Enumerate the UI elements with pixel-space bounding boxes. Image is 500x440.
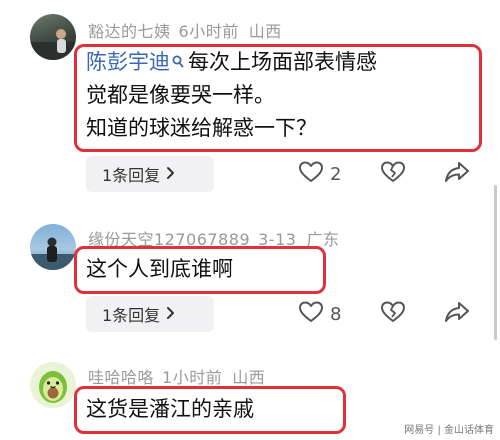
comment-text: 陈彭宇迪 每次上场面部表情感 觉都是像要哭一样。 知道的球迷给解惑一下？ — [86, 46, 377, 145]
reply-count-label: 1条回复 — [102, 166, 161, 185]
dislike-button[interactable] — [380, 160, 406, 188]
avatar-photo — [30, 237, 76, 270]
heart-icon — [298, 160, 324, 188]
comment-text: 这货是潘江的亲戚 — [86, 397, 254, 421]
username[interactable]: 哇哈哈咯 — [88, 368, 154, 387]
scrollbar[interactable] — [494, 185, 497, 340]
chevron-right-icon — [166, 165, 175, 184]
comment-text: 这个人到底谁啊 — [86, 257, 233, 281]
broken-heart-icon — [380, 160, 406, 188]
comment-meta: 豁达的七姨 6小时前 山西 — [88, 18, 282, 42]
chevron-right-icon — [166, 305, 175, 324]
comment-line: 知道的球迷给解惑一下？ — [86, 116, 317, 140]
timestamp: 6小时前 — [178, 22, 239, 41]
view-replies-button[interactable]: 1条回复 — [86, 296, 214, 332]
comment-line: 觉都是像要哭一样。 — [86, 83, 275, 107]
avatar[interactable] — [30, 224, 76, 270]
avatar-photo — [30, 29, 76, 60]
timestamp: 1小时前 — [162, 368, 223, 387]
avocado-avatar — [39, 371, 67, 403]
view-replies-button[interactable]: 1条回复 — [86, 156, 214, 192]
avatar[interactable] — [30, 14, 76, 60]
share-button[interactable] — [444, 300, 470, 328]
share-icon — [444, 300, 470, 328]
dislike-button[interactable] — [380, 300, 406, 328]
location: 山西 — [232, 368, 266, 387]
broken-heart-icon — [380, 300, 406, 328]
avatar[interactable] — [30, 362, 76, 408]
like-count: 2 — [330, 163, 342, 185]
comment-meta: 哇哈哈咯 1小时前 山西 — [88, 364, 265, 388]
comment-line: 陈彭宇迪 每次上场面部表情感 — [86, 46, 377, 79]
like-count: 8 — [330, 303, 342, 325]
location: 山西 — [248, 22, 282, 41]
share-button[interactable] — [444, 160, 470, 188]
mention-search-icon — [172, 46, 184, 79]
watermark: 网易号 | 金山话体育 — [404, 425, 494, 436]
share-icon — [444, 160, 470, 188]
like-button[interactable]: 8 — [298, 300, 341, 328]
username[interactable]: 豁达的七姨 — [88, 22, 171, 41]
heart-icon — [298, 300, 324, 328]
reply-count-label: 1条回复 — [102, 306, 161, 325]
mention-link[interactable]: 陈彭宇迪 — [86, 50, 188, 74]
like-button[interactable]: 2 — [298, 160, 341, 188]
